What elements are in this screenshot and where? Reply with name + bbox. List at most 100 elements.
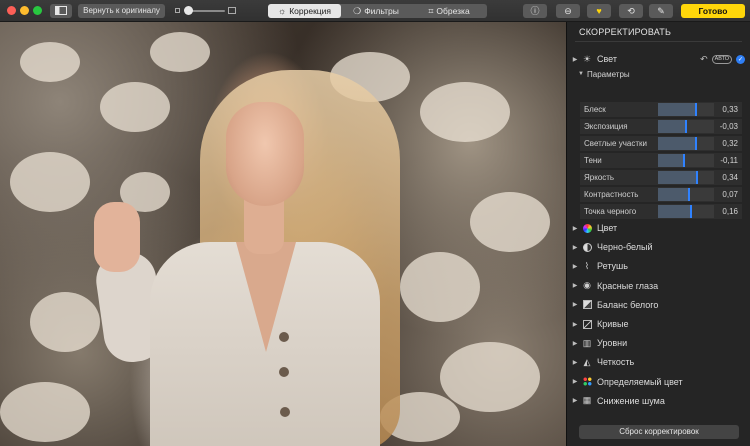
slider-label: Светлые участки (584, 139, 647, 148)
panel-title: СКОРРЕКТИРОВАТЬ (579, 27, 672, 37)
section-wb[interactable]: ▶ Баланс белого (571, 297, 745, 313)
blossom-cluster (10, 152, 90, 212)
zoom-slider[interactable] (175, 4, 237, 18)
slider-track[interactable] (658, 154, 714, 167)
section-label: Ретушь (597, 261, 628, 272)
section-curves[interactable]: ▶ Кривые (571, 316, 745, 332)
blossom-cluster (0, 382, 90, 442)
disclosure-icon[interactable]: ▶ (571, 359, 579, 366)
woman-hand (94, 202, 140, 272)
slider-track[interactable] (658, 205, 714, 218)
section-light[interactable]: ▶ ☀ Свет ↶ АВТО ✓ (571, 51, 745, 67)
checkmark-icon[interactable]: ✓ (736, 54, 745, 64)
section-label: Кривые (597, 319, 629, 329)
disclosure-icon[interactable]: ▶ (571, 321, 579, 328)
slider-handle[interactable] (695, 103, 697, 116)
tab-filters[interactable]: ❍ Фильтры (341, 4, 411, 18)
slider-highlights[interactable]: Светлые участки 0,32 (580, 136, 742, 151)
slider-brightness[interactable]: Яркость 0,34 (580, 170, 742, 185)
photo-canvas[interactable] (0, 22, 566, 446)
sidebar-toggle-button[interactable] (50, 4, 72, 18)
blossom-cluster (150, 32, 210, 72)
tab-crop[interactable]: ⌗ Обрезка (411, 4, 487, 18)
slider-label: Экспозиция (584, 122, 628, 131)
slider-fill (658, 137, 695, 150)
auto-button[interactable]: АВТО (711, 54, 732, 64)
tab-filters-label: Фильтры (364, 6, 399, 16)
disclosure-icon[interactable]: ▶ (571, 378, 579, 385)
section-label: Черно-белый (597, 242, 653, 253)
disclosure-icon[interactable]: ▶ (571, 397, 579, 404)
revert-to-original-button[interactable]: Вернуть к оригиналу (78, 4, 165, 18)
slider-handle[interactable] (695, 137, 697, 150)
slider-value: 0,33 (722, 105, 738, 114)
curves-icon (581, 318, 593, 330)
bw-icon (581, 241, 593, 253)
disclosure-icon[interactable]: ▶ (571, 225, 579, 232)
options-header[interactable]: ▼ Параметры (577, 68, 630, 80)
auto-enhance-button[interactable]: ⊖ (556, 4, 580, 18)
disclosure-icon[interactable]: ▶ (571, 340, 579, 347)
slider-label: Контрастность (584, 190, 639, 199)
slider-track[interactable] (658, 188, 714, 201)
blossom-cluster (470, 192, 550, 252)
minimize-window-button[interactable] (20, 6, 29, 15)
slider-track[interactable] (658, 120, 714, 133)
rotate-button[interactable]: ⟲ (619, 4, 643, 18)
slider-shadows[interactable]: Тени -0,11 (580, 153, 742, 168)
slider-value: -0,03 (719, 122, 738, 131)
sun-icon: ☀ (582, 53, 592, 64)
slider-fill (658, 171, 696, 184)
slider-track[interactable] (658, 103, 714, 116)
disclosure-icon[interactable]: ▶ (571, 244, 579, 251)
slider-handle[interactable] (685, 120, 687, 133)
blossom-cluster (20, 42, 80, 82)
section-label: Баланс белого (597, 299, 659, 310)
disclosure-open-icon[interactable]: ▼ (577, 71, 585, 77)
close-window-button[interactable] (7, 6, 16, 15)
noise-icon: ▦ (582, 395, 592, 406)
slider-black-point[interactable]: Точка черного 0,16 (580, 204, 742, 219)
dress-button (280, 407, 290, 417)
disclosure-icon[interactable]: ▶ (571, 282, 579, 289)
section-bandage[interactable]: ▶ ⌇ Ретушь (571, 258, 745, 274)
blossom-cluster (440, 342, 540, 412)
tab-crop-label: Обрезка (436, 6, 470, 16)
section-levels[interactable]: ▶ ▥ Уровни (571, 335, 745, 351)
reset-adjustments-button[interactable]: Сброс корректировок (579, 425, 739, 439)
zoom-out-icon (175, 8, 180, 13)
favorite-button[interactable]: ♥ (587, 4, 611, 18)
slider-handle[interactable] (696, 171, 698, 184)
slider-contrast[interactable]: Контрастность 0,07 (580, 187, 742, 202)
tab-adjust[interactable]: ☼ Коррекция (268, 4, 341, 18)
toolbar: Вернуть к оригиналу ☼ Коррекция ❍ Фильтр… (0, 0, 750, 22)
blossom-cluster (100, 82, 170, 132)
section-bw[interactable]: ▶ Черно-белый (571, 239, 745, 255)
slider-handle[interactable] (683, 154, 685, 167)
extensions-button[interactable]: ✎ (649, 4, 673, 18)
section-definition[interactable]: ▶ ◭ Четкость (571, 354, 745, 370)
fullscreen-window-button[interactable] (33, 6, 42, 15)
slider-track[interactable] (658, 137, 714, 150)
disclosure-icon[interactable]: ▶ (571, 56, 579, 63)
adjustments-panel: СКОРРЕКТИРОВАТЬ ▶ ☀ Свет ↶ АВТО ✓ ▼ Пара… (566, 22, 750, 446)
info-button[interactable]: ⓘ (523, 4, 547, 18)
info-icon: ⓘ (530, 6, 540, 16)
slider-fill (658, 154, 683, 167)
done-button[interactable]: Готово (681, 4, 745, 18)
slider-brilliance[interactable]: Блеск 0,33 (580, 102, 742, 117)
slider-track[interactable] (658, 171, 714, 184)
zoom-knob[interactable] (184, 6, 193, 15)
undo-icon[interactable]: ↶ (700, 54, 708, 65)
section-noise[interactable]: ▶ ▦ Снижение шума (571, 393, 745, 409)
disclosure-icon[interactable]: ▶ (571, 263, 579, 270)
slider-handle[interactable] (688, 188, 690, 201)
slider-exposure[interactable]: Экспозиция -0,03 (580, 119, 742, 134)
slider-handle[interactable] (690, 205, 692, 218)
section-label: Четкость (597, 357, 635, 368)
section-selective-color[interactable]: ▶ Определяемый цвет (571, 374, 745, 390)
magic-wand-icon: ✎ (657, 6, 665, 16)
disclosure-icon[interactable]: ▶ (571, 301, 579, 308)
section-color-wheel[interactable]: ▶ Цвет (571, 220, 745, 236)
section-eye[interactable]: ▶ ◉ Красные глаза (571, 278, 745, 294)
